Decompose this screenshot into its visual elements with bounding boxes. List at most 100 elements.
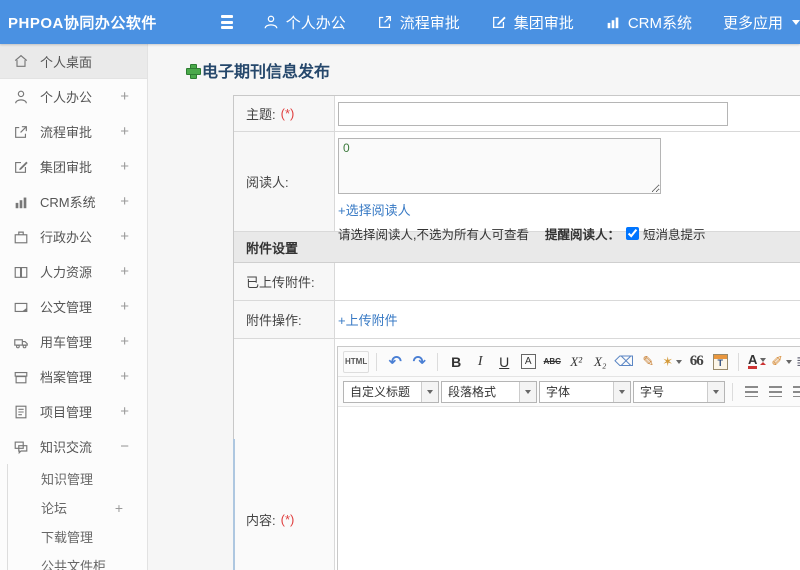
sidebar-item-workflow-approval[interactable]: 流程审批 + xyxy=(0,114,147,149)
sidebar-item-admin-office[interactable]: 行政办公 + xyxy=(0,219,147,254)
required-mark: (*) xyxy=(280,511,295,527)
expand-plus-icon[interactable]: + xyxy=(120,193,129,210)
expand-plus-icon[interactable]: + xyxy=(120,263,129,280)
sidebar-item-archives[interactable]: 档案管理 + xyxy=(0,359,147,394)
sidebar-item-label: 流程审批 xyxy=(40,125,93,140)
ordered-list-button[interactable]: ≣ xyxy=(795,351,800,373)
truck-icon xyxy=(12,333,29,350)
expand-plus-icon[interactable]: + xyxy=(120,123,129,140)
hamburger-menu-icon[interactable] xyxy=(220,15,233,29)
toolbar-separator xyxy=(437,352,439,371)
sidebar-item-hr[interactable]: 人力资源 + xyxy=(0,254,147,289)
submenu-item-label: 下载管理 xyxy=(41,530,94,545)
topnav-personal-office[interactable]: 个人办公 xyxy=(263,12,346,33)
sidebar-item-personal-office[interactable]: 个人办公 + xyxy=(0,79,147,114)
expand-plus-icon[interactable]: + xyxy=(120,228,129,245)
italic-button[interactable]: I xyxy=(469,351,491,373)
briefcase-icon xyxy=(12,228,29,245)
sms-notify-label: 短消息提示 xyxy=(643,228,706,242)
page-title: 电子期刊信息发布 xyxy=(186,58,330,82)
redo-button[interactable]: ↷ xyxy=(408,351,430,373)
content-label-cell: 内容: (*) xyxy=(234,339,335,570)
edit-square-icon xyxy=(12,158,29,175)
expand-plus-icon[interactable]: + xyxy=(120,158,129,175)
expand-plus-icon[interactable]: + xyxy=(120,333,129,350)
sidebar-item-group-approval[interactable]: 集团审批 + xyxy=(0,149,147,184)
expand-plus-icon[interactable]: + xyxy=(120,88,129,105)
chat-bubbles-icon xyxy=(12,438,29,455)
paste-as-text-button[interactable]: T xyxy=(709,351,731,373)
attachment-actions-label-cell: 附件操作: xyxy=(234,301,335,338)
align-left-button[interactable] xyxy=(740,381,762,403)
bar-chart-icon xyxy=(605,14,621,30)
collapse-minus-icon[interactable]: − xyxy=(120,438,129,455)
subject-label-cell: 主题: (*) xyxy=(234,96,335,131)
submenu-item-knowledge-mgmt[interactable]: 知识管理 xyxy=(8,464,147,493)
topnav-more-apps[interactable]: 更多应用 xyxy=(723,12,800,33)
subject-label: 主题: xyxy=(246,107,276,122)
toolbar-separator xyxy=(732,382,733,401)
toolbar-separator xyxy=(738,352,740,371)
readers-row: 阅读人: 0 +选择阅读人 请选择阅读人,不选为所有人可查看 提醒阅读人： 短消… xyxy=(234,132,800,242)
select-readers-link[interactable]: +选择阅读人 xyxy=(338,200,411,219)
highlight-color-button[interactable]: ✐ xyxy=(770,351,793,373)
sidebar-item-knowledge[interactable]: 知识交流 − xyxy=(0,429,147,464)
caret-down-icon xyxy=(519,381,536,402)
add-icon xyxy=(186,63,201,79)
sidebar-item-personal-desktop[interactable]: 个人桌面 xyxy=(0,44,147,79)
underline-button[interactable]: U xyxy=(493,351,515,373)
strikethrough-button[interactable]: ABC xyxy=(541,351,563,373)
content-row-accent xyxy=(233,439,235,570)
expand-plus-icon[interactable]: + xyxy=(115,500,123,516)
topnav-label: 更多应用 xyxy=(722,14,783,32)
font-color-button[interactable]: A xyxy=(746,351,768,373)
uploaded-attachments-label: 已上传附件: xyxy=(246,275,315,290)
sidebar-item-vehicle[interactable]: 用车管理 + xyxy=(0,324,147,359)
superscript-button[interactable]: X² xyxy=(565,351,587,373)
person-icon xyxy=(12,88,29,105)
sidebar-item-label: 知识交流 xyxy=(40,440,93,455)
readers-label: 阅读人: xyxy=(246,175,289,190)
topnav-group-approval[interactable]: 集团审批 xyxy=(491,12,574,33)
quick-format-button[interactable]: ✶ xyxy=(661,351,683,373)
topnav-label: 个人办公 xyxy=(285,14,346,32)
font-family-select[interactable]: 字体 xyxy=(539,380,631,403)
align-center-icon xyxy=(768,386,782,397)
readers-textarea[interactable]: 0 xyxy=(338,138,661,194)
upload-attachment-link[interactable]: +上传附件 xyxy=(338,310,398,329)
align-left-icon xyxy=(744,386,758,397)
topnav-workflow-approval[interactable]: 流程审批 xyxy=(377,12,460,33)
undo-button[interactable]: ↶ xyxy=(384,351,406,373)
expand-plus-icon[interactable]: + xyxy=(120,403,129,420)
sms-notify-checkbox[interactable] xyxy=(626,227,639,240)
custom-heading-select[interactable]: 自定义标题 xyxy=(343,380,439,403)
sidebar-item-crm[interactable]: CRM系统 + xyxy=(0,184,147,219)
expand-plus-icon[interactable]: + xyxy=(120,298,129,315)
font-style-button[interactable]: A xyxy=(517,351,539,373)
content-label: 内容: xyxy=(246,512,276,528)
blockquote-button[interactable]: 66 xyxy=(685,351,707,373)
submenu-item-downloads[interactable]: 下载管理 xyxy=(8,522,147,551)
eraser-icon[interactable]: ⌫ xyxy=(613,351,635,373)
submenu-item-forum[interactable]: 论坛 + xyxy=(8,493,147,522)
font-size-select[interactable]: 字号 xyxy=(633,380,725,403)
sidebar-item-label: 项目管理 xyxy=(40,405,93,420)
sidebar-item-projects[interactable]: 项目管理 + xyxy=(0,394,147,429)
align-center-button[interactable] xyxy=(764,381,786,403)
format-brush-icon[interactable]: ✎ xyxy=(637,351,659,373)
subscript-button[interactable]: X₂ xyxy=(589,351,611,373)
align-right-button[interactable] xyxy=(788,381,800,403)
editor-content-area[interactable] xyxy=(338,407,800,570)
sidebar-item-label: 公文管理 xyxy=(40,300,93,315)
subject-input[interactable] xyxy=(338,101,728,126)
bold-button[interactable]: B xyxy=(445,351,467,373)
sidebar-item-label: 集团审批 xyxy=(40,160,93,175)
expand-plus-icon[interactable]: + xyxy=(120,368,129,385)
html-source-button[interactable]: HTML xyxy=(343,350,370,373)
paragraph-format-select[interactable]: 段落格式 xyxy=(441,380,537,403)
project-doc-icon xyxy=(12,403,29,420)
sidebar-item-official-docs[interactable]: 公文管理 + xyxy=(0,289,147,324)
topnav-crm-system[interactable]: CRM系统 xyxy=(605,12,692,33)
uploaded-attachments-row: 已上传附件: xyxy=(234,263,800,301)
submenu-item-public-cabinet[interactable]: 公共文件柜 xyxy=(8,551,147,570)
